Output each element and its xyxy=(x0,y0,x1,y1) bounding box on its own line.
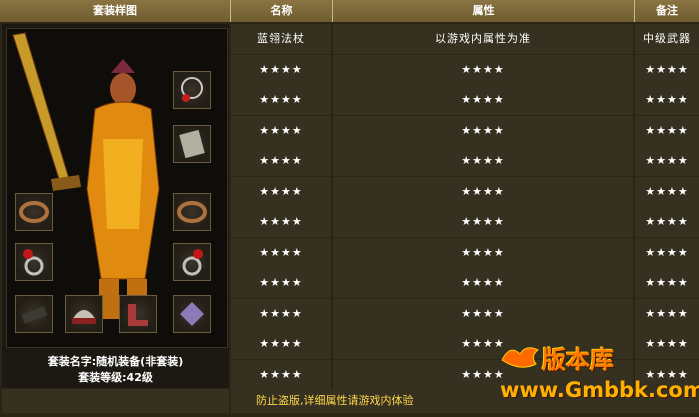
cell-name: ★★★★ xyxy=(231,298,331,329)
cell-attributes: ★★★★ xyxy=(333,54,633,85)
cell-note: ★★★★ xyxy=(635,54,699,85)
table-row: ★★★★ ★★★★ ★★★★ xyxy=(231,85,699,115)
cell-note: 中级武器 xyxy=(635,24,699,54)
watermark: 版本库 www.Gmbbk.com xyxy=(500,340,699,412)
bracelet-right-slot[interactable] xyxy=(173,193,211,231)
gem-icon xyxy=(180,302,204,326)
table-row: ★★★★ ★★★★ ★★★★ xyxy=(231,146,699,176)
medal-slot[interactable] xyxy=(173,125,211,163)
cell-attributes: 以游戏内属性为准 xyxy=(333,24,633,54)
necklace-slot[interactable] xyxy=(173,71,211,109)
watermark-url: www.Gmbbk.com xyxy=(500,378,699,402)
cell-note: ★★★★ xyxy=(635,176,699,207)
header-name: 名称 xyxy=(231,0,333,22)
cell-attributes: ★★★★ xyxy=(333,207,633,237)
header-note: 备注 xyxy=(635,0,699,22)
cell-attributes: ★★★★ xyxy=(333,115,633,146)
table-row: ★★★★ ★★★★ ★★★★ xyxy=(231,54,699,85)
cell-attributes: ★★★★ xyxy=(333,237,633,268)
helmet-slot[interactable] xyxy=(65,295,103,333)
header-preview: 套装样图 xyxy=(0,0,231,22)
cell-note: ★★★★ xyxy=(635,115,699,146)
sword-blade xyxy=(12,32,70,186)
character-head xyxy=(110,73,136,105)
table-row: 蓝翎法杖 以游戏内属性为准 中级武器 xyxy=(231,24,699,54)
boots-slot[interactable] xyxy=(119,295,157,333)
cell-note: ★★★★ xyxy=(635,146,699,176)
belt-icon xyxy=(21,306,48,324)
cell-attributes: ★★★★ xyxy=(333,298,633,329)
cell-name: ★★★★ xyxy=(231,146,331,176)
flame-logo-icon xyxy=(501,347,539,368)
set-name-line: 套装名字:随机装备(非套装) xyxy=(47,355,184,368)
gem-slot[interactable] xyxy=(173,295,211,333)
set-preview-panel: 套装名字:随机装备(非套装) 套装等级:42级 xyxy=(2,24,229,388)
set-level-line: 套装等级:42级 xyxy=(78,371,153,384)
ring-icon xyxy=(23,249,44,276)
table-row: ★★★★ ★★★★ ★★★★ xyxy=(231,298,699,329)
cell-name: ★★★★ xyxy=(231,237,331,268)
cell-note: ★★★★ xyxy=(635,298,699,329)
cell-note: ★★★★ xyxy=(635,237,699,268)
watermark-title: 版本库 xyxy=(542,346,614,374)
cell-name: 蓝翎法杖 xyxy=(231,24,331,54)
belt-slot[interactable] xyxy=(15,295,53,333)
cell-name: ★★★★ xyxy=(231,54,331,85)
bracelet-icon xyxy=(177,201,207,223)
cell-name: ★★★★ xyxy=(231,329,331,359)
character-helmet xyxy=(111,59,135,73)
cell-name: ★★★★ xyxy=(231,359,331,390)
cell-attributes: ★★★★ xyxy=(333,176,633,207)
cell-name: ★★★★ xyxy=(231,85,331,115)
cell-note: ★★★★ xyxy=(635,268,699,298)
ring-icon xyxy=(182,249,203,276)
character-chest xyxy=(103,139,143,229)
cell-name: ★★★★ xyxy=(231,176,331,207)
table-header: 套装样图 名称 属性 备注 xyxy=(0,0,699,22)
cell-attributes: ★★★★ xyxy=(333,85,633,115)
table-row: ★★★★ ★★★★ ★★★★ xyxy=(231,268,699,298)
cell-name: ★★★★ xyxy=(231,268,331,298)
medal-icon xyxy=(179,129,205,159)
footer-left-cell xyxy=(2,389,229,413)
boots-icon xyxy=(128,304,148,326)
table-row: ★★★★ ★★★★ ★★★★ xyxy=(231,115,699,146)
bracelet-icon xyxy=(19,201,49,223)
set-preview-image xyxy=(6,28,228,348)
cell-name: ★★★★ xyxy=(231,115,331,146)
cell-note: ★★★★ xyxy=(635,207,699,237)
ring-right-slot[interactable] xyxy=(173,243,211,281)
cell-note: ★★★★ xyxy=(635,85,699,115)
sword-guard xyxy=(51,175,81,191)
ring-left-slot[interactable] xyxy=(15,243,53,281)
table-row: ★★★★ ★★★★ ★★★★ xyxy=(231,237,699,268)
cell-attributes: ★★★★ xyxy=(333,146,633,176)
cell-attributes: ★★★★ xyxy=(333,268,633,298)
table-row: ★★★★ ★★★★ ★★★★ xyxy=(231,207,699,237)
necklace-icon xyxy=(181,77,203,102)
bracelet-left-slot[interactable] xyxy=(15,193,53,231)
table-row: ★★★★ ★★★★ ★★★★ xyxy=(231,176,699,207)
cell-name: ★★★★ xyxy=(231,207,331,237)
set-info: 套装名字:随机装备(非套装) 套装等级:42级 xyxy=(2,354,229,386)
helmet-icon xyxy=(72,310,96,324)
header-attributes: 属性 xyxy=(333,0,635,22)
